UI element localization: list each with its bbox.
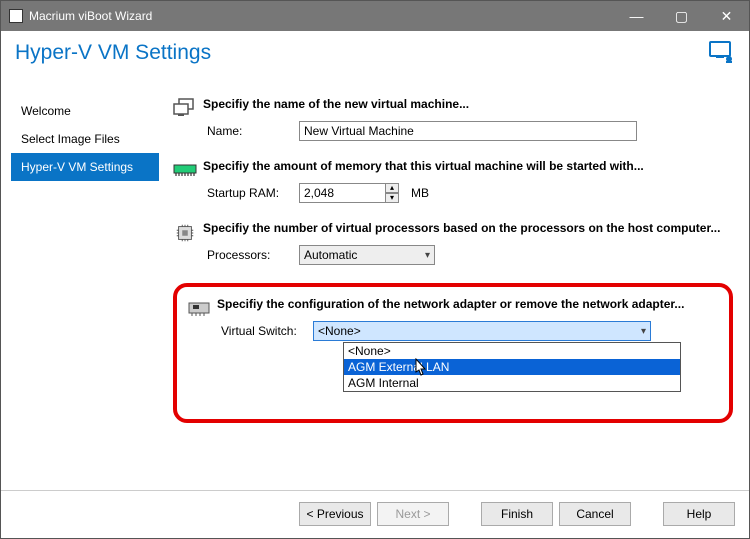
chevron-down-icon[interactable]: ▾	[385, 193, 399, 203]
next-button[interactable]: Next >	[377, 502, 449, 526]
field-label-name: Name:	[203, 124, 299, 138]
titlebar: Macrium viBoot Wizard — ▢ ✕	[1, 1, 749, 31]
sidebar-item-welcome[interactable]: Welcome	[11, 97, 159, 125]
sidebar-item-label: Welcome	[21, 104, 71, 118]
help-button[interactable]: Help	[663, 502, 735, 526]
section-desc: Specifiy the number of virtual processor…	[203, 221, 733, 235]
virtual-switch-value: <None>	[318, 324, 361, 338]
sidebar-item-label: Select Image Files	[21, 132, 120, 146]
processors-select[interactable]: Automatic ▾	[299, 245, 435, 265]
section-desc: Specifiy the configuration of the networ…	[217, 297, 719, 311]
field-label-ram: Startup RAM:	[203, 186, 299, 200]
ram-stepper[interactable]: ▴ ▾	[385, 183, 399, 203]
cpu-icon	[173, 221, 203, 265]
wizard-steps-sidebar: Welcome Select Image Files Hyper-V VM Se…	[11, 85, 159, 484]
minimize-button[interactable]: —	[614, 1, 659, 31]
sidebar-item-label: Hyper-V VM Settings	[21, 160, 133, 174]
monitor-network-icon	[709, 41, 735, 68]
finish-button[interactable]: Finish	[481, 502, 553, 526]
processors-value: Automatic	[304, 248, 357, 262]
section-desc: Specifiy the amount of memory that this …	[203, 159, 733, 173]
app-icon	[9, 9, 23, 23]
ram-unit: MB	[411, 186, 429, 200]
section-network-highlight: Specifiy the configuration of the networ…	[173, 283, 733, 423]
cancel-button[interactable]: Cancel	[559, 502, 631, 526]
field-label-virtual-switch: Virtual Switch:	[217, 324, 313, 338]
section-vm-name: Specifiy the name of the new virtual mac…	[173, 97, 733, 141]
virtual-switch-select[interactable]: <None> ▾	[313, 321, 651, 341]
chevron-down-icon: ▾	[425, 250, 430, 261]
virtual-switch-dropdown[interactable]: <None> AGM External LAN AGM Internal	[343, 342, 681, 392]
close-button[interactable]: ✕	[704, 1, 749, 31]
ram-icon	[173, 159, 203, 203]
field-label-processors: Processors:	[203, 248, 299, 262]
dropdown-option-none[interactable]: <None>	[344, 343, 680, 359]
section-startup-ram: Specifiy the amount of memory that this …	[173, 159, 733, 203]
chevron-up-icon[interactable]: ▴	[385, 183, 399, 193]
header: Hyper-V VM Settings	[1, 31, 749, 83]
dropdown-option-agm-internal[interactable]: AGM Internal	[344, 375, 680, 391]
window-title: Macrium viBoot Wizard	[29, 9, 152, 23]
sidebar-item-select-image-files[interactable]: Select Image Files	[11, 125, 159, 153]
page-title: Hyper-V VM Settings	[15, 41, 211, 65]
wizard-footer: < Previous Next > Finish Cancel Help	[1, 490, 749, 536]
monitors-icon	[173, 97, 203, 141]
section-processors: Specifiy the number of virtual processor…	[173, 221, 733, 265]
previous-button[interactable]: < Previous	[299, 502, 371, 526]
network-adapter-icon	[187, 297, 217, 391]
startup-ram-input[interactable]	[299, 183, 386, 203]
chevron-down-icon: ▾	[641, 326, 646, 337]
maximize-button[interactable]: ▢	[659, 1, 704, 31]
vm-name-input[interactable]	[299, 121, 637, 141]
sidebar-item-hyperv-vm-settings[interactable]: Hyper-V VM Settings	[11, 153, 159, 181]
section-desc: Specifiy the name of the new virtual mac…	[203, 97, 733, 111]
settings-form: Specifiy the name of the new virtual mac…	[159, 85, 739, 484]
dropdown-option-agm-external-lan[interactable]: AGM External LAN	[344, 359, 680, 375]
